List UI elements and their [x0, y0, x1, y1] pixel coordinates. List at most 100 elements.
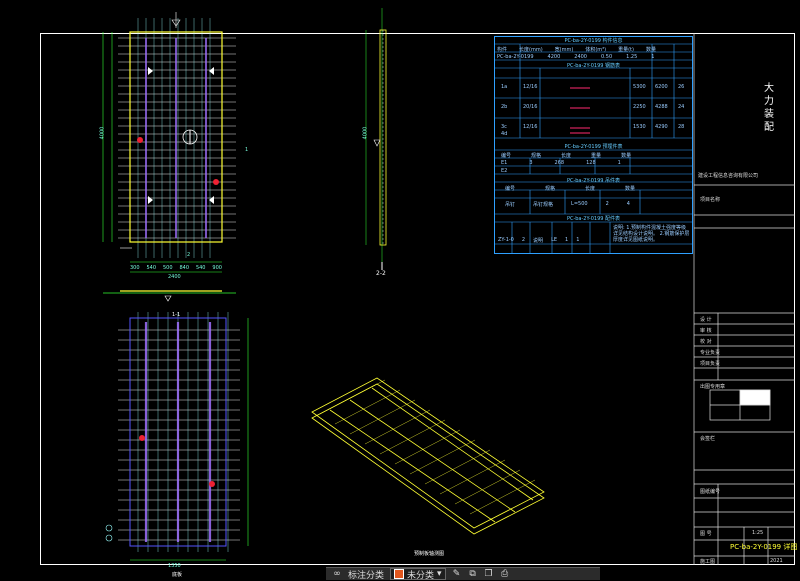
rebar-length: 5300 — [633, 84, 646, 90]
rebar-weight: 6200 — [655, 84, 668, 90]
info-cell: PC-ba-2Y-0199 — [497, 54, 534, 60]
rebar-mark: 2b — [501, 104, 508, 110]
rebar-length: 2250 — [633, 104, 646, 110]
info-header-cell: 重量(t) — [618, 47, 634, 53]
category-dropdown[interactable]: 未分类 ▾ — [390, 568, 446, 581]
acc-cell: ZY-1-0 — [498, 237, 514, 243]
schedule-title-embed: PC-ba-2Y-0199 预埋件表 — [564, 144, 623, 150]
lift-row: 吊钉 吊钉规格 L=500 2 4 — [505, 201, 630, 208]
link-icon[interactable]: ∞ — [332, 569, 342, 579]
lift-header-cell: 编号 — [505, 186, 516, 192]
acc-cell: 说明 — [533, 238, 544, 244]
rebar-mark: 3c — [501, 124, 507, 130]
sheet-label: 图 号 — [700, 531, 712, 537]
plan-bottom-dimensions: 300 540 500 840 540 900 — [130, 265, 222, 271]
info-header-cell: 长度(mm) — [519, 47, 543, 53]
plan-bottom-dim: 500 — [162, 265, 173, 271]
schedule-title-lift: PC-ba-2Y-0199 吊件表 — [566, 178, 621, 184]
rebar-spec: 12/16 — [523, 84, 538, 90]
rebar-mark: 1a — [501, 84, 508, 90]
stage-label: 施工图 — [700, 559, 716, 565]
rebar-spec: 20/16 — [523, 104, 538, 110]
project-name-label: 项目名称 — [700, 197, 721, 203]
plan-bottom-dim: 900 — [212, 265, 222, 271]
embed-header-cell: 编号 — [501, 153, 512, 159]
plan-view — [102, 12, 236, 273]
info-cell: 2400 — [574, 54, 587, 60]
drawing-title: PC-ba-2Y-0199 详图 — [730, 543, 798, 551]
rebar-spec: 12/16 — [523, 124, 538, 130]
schedule-title-acc: PC-ba-2Y-0199 配件表 — [566, 216, 621, 222]
company-name: 大 力装 配 — [764, 83, 774, 133]
info-cell: 1 — [651, 54, 655, 60]
rebar-count: 28 — [678, 124, 685, 130]
section-mark-1: 1 — [245, 147, 249, 153]
info-header-cell: 宽(mm) — [554, 47, 574, 53]
annotate-category-label: 标注分类 — [348, 570, 385, 581]
info-cell: 0.50 — [601, 54, 613, 60]
embed-header-cell: 数量 — [621, 153, 632, 159]
chevron-down-icon: ▾ — [437, 569, 442, 579]
rebar-weight: 4290 — [655, 124, 668, 130]
acc-row: ZY-1-0 2 说明 LE 1 1 — [498, 237, 579, 244]
isometric-view — [311, 377, 545, 535]
component-schedule: PC-ba-2Y-0199 构件信息 构件 长度(mm) 宽(mm) 体积(m³… — [494, 36, 693, 254]
plan-bottom-total: 2400 — [168, 274, 181, 280]
lift-cell: L=500 — [571, 201, 588, 207]
layers-icon[interactable]: ❐ — [484, 569, 494, 579]
info-header-cell: 体积(m³) — [585, 47, 607, 53]
tb-row: 校 对 — [700, 339, 712, 345]
rebar-mark: 4d — [501, 131, 508, 137]
rebar-weight: 4288 — [655, 104, 668, 110]
lower-caption: 底板 — [172, 572, 183, 578]
tb-row: 专业负责 — [700, 350, 721, 356]
date-value: 2021 — [770, 558, 783, 564]
rebar-count: 24 — [678, 104, 685, 110]
plan-bottom-dim: 540 — [195, 265, 206, 271]
lift-cell: 2 — [605, 201, 609, 207]
info-cell: 4200 — [547, 54, 561, 60]
plan-bottom-dim: 540 — [146, 265, 157, 271]
lift-header-cell: 长度 — [585, 186, 596, 192]
info-header-cell: 构件 — [497, 47, 508, 53]
embed-header-cell: 重量 — [591, 153, 602, 159]
embed-cell: 3 — [529, 160, 533, 166]
embed-header-cell: 长度 — [561, 153, 572, 159]
tb-row: 项目负责 — [700, 361, 721, 367]
acc-cell: 2 — [521, 237, 526, 243]
edit-icon[interactable]: ✎ — [452, 569, 462, 579]
lift-header-cell: 数量 — [625, 186, 636, 192]
schedule-note: 说明: 1.预制构件混凝土强度等级详见结构设计说明。 2.钢筋保护层厚度详见图纸… — [613, 225, 690, 243]
acc-cell: LE — [551, 237, 558, 243]
profile-view — [103, 290, 236, 302]
embed-row: E1 3 268 128 1 — [501, 160, 621, 166]
lift-cell: 吊钉 — [505, 202, 516, 208]
info-data-row: PC-ba-2Y-0199 4200 2400 0.50 1.25 1 — [497, 54, 654, 60]
schedule-title-rebar: PC-ba-2Y-0199 钢筋表 — [566, 63, 621, 69]
acc-cell: 1 — [576, 237, 580, 243]
embed-cell: E1 — [501, 160, 508, 166]
scale-value: 1:25 — [752, 530, 764, 536]
embed-row-2: E2 — [501, 168, 508, 174]
info-cell: 1.25 — [626, 54, 638, 60]
embed-header-row: 编号 规格 长度 重量 数量 — [501, 152, 631, 159]
acc-cell: 1 — [565, 237, 569, 243]
lift-cell: 吊钉规格 — [533, 202, 554, 208]
company-subtitle: 建设工程信息咨询有限公司 — [698, 173, 759, 179]
seal-label: 出图专用章 — [700, 384, 726, 390]
copy-icon[interactable]: ⧉ — [468, 569, 478, 579]
rebar-count: 26 — [678, 84, 685, 90]
lower-section-label: 1-1 — [172, 312, 181, 318]
info-header-row: 构件 长度(mm) 宽(mm) 体积(m³) 重量(t) 数量 — [497, 46, 656, 53]
drawing-no-label: 图纸编号 — [700, 489, 721, 495]
annotation-toolbar: ∞ 标注分类 未分类 ▾ ✎ ⧉ ❐ ⎙ — [326, 567, 600, 581]
rebar-length: 1530 — [633, 124, 646, 130]
section-dimension-label: 4000 — [362, 126, 369, 140]
stamp-label: 会签栏 — [700, 436, 716, 442]
embed-cell: 128 — [586, 160, 596, 166]
lift-header-row: 编号 规格 长度 数量 — [505, 185, 635, 192]
lower-plan-view — [105, 312, 249, 561]
print-icon[interactable]: ⎙ — [500, 569, 510, 579]
plan-bottom-dim: 840 — [179, 265, 189, 271]
title-block-lines — [693, 33, 795, 565]
